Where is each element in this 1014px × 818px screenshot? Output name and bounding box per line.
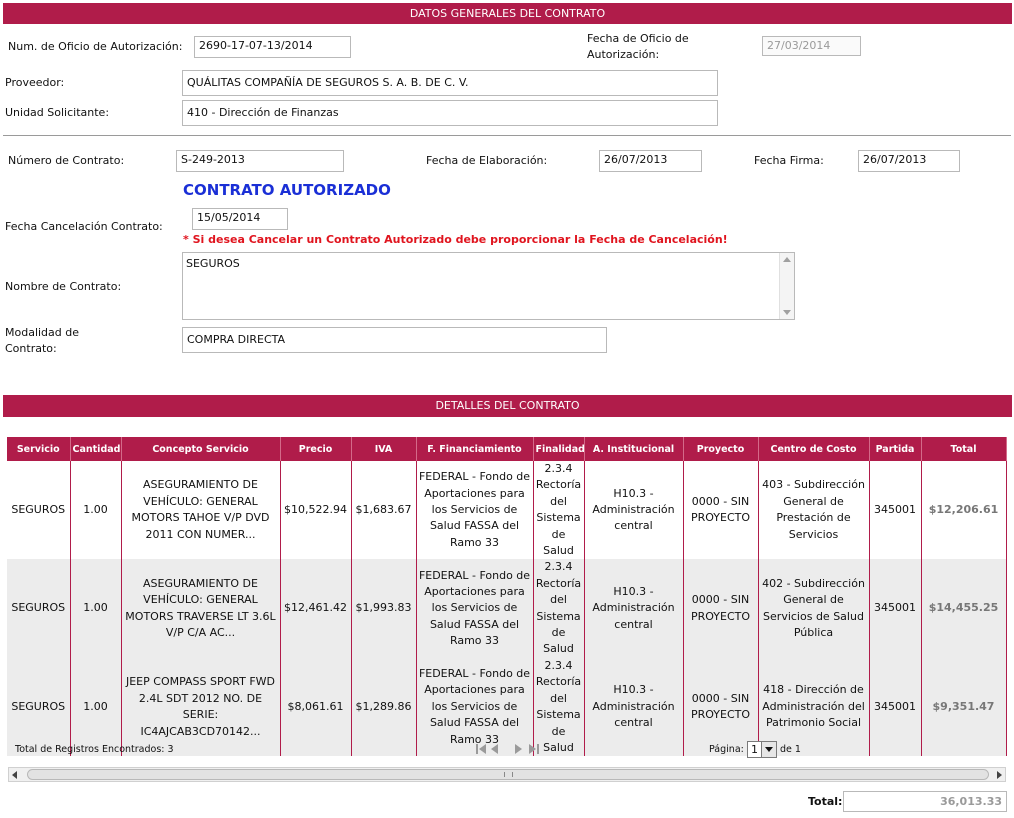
table-cell: 1.00 [70,559,122,658]
scroll-up-icon[interactable] [783,257,791,262]
proveedor-label: Proveedor: [5,76,65,89]
oficio-label: Num. de Oficio de Autorización: [8,40,183,53]
table-cell: SEGUROS [7,559,71,658]
col-header[interactable]: A. Institucional [584,437,684,461]
page-label: Página: [709,744,744,755]
details-table: Servicio Cantidad Concepto Servicio Prec… [7,437,1007,757]
table-cell: $10,522.94 [280,461,352,560]
total-input[interactable]: 36,013.33 [843,791,1007,812]
unidad-label: Unidad Solicitante: [5,106,110,119]
modalidad-input[interactable]: COMPRA DIRECTA [182,327,607,353]
col-header[interactable]: Proyecto [683,437,759,461]
table-cell: 345001 [869,657,922,757]
table-cell: 0000 - SIN PROYECTO [683,461,759,560]
col-header[interactable]: Finalidad [533,437,585,461]
table-cell: 345001 [869,461,922,560]
fecha-oficio-label-1: Fecha de Oficio de [587,32,689,45]
contract-status: CONTRATO AUTORIZADO [183,181,391,199]
scroll-left-icon[interactable] [12,771,17,779]
total-label: Total: [808,795,843,808]
col-header[interactable]: F. Financiamiento [416,437,534,461]
proveedor-input[interactable]: QUÁLITAS COMPAÑÍA DE SEGUROS S. A. B. DE… [182,70,718,96]
oficio-input[interactable]: 2690-17-07-13/2014 [194,36,351,58]
table-cell: $1,993.83 [351,559,417,658]
table-cell: $8,061.61 [280,657,352,757]
nombre-contrato-textarea[interactable]: SEGUROS [182,252,795,320]
pager-nav [475,742,545,756]
scroll-right-icon[interactable] [997,771,1002,779]
nombre-contrato-text: SEGUROS [186,257,240,270]
nombre-contrato-label: Nombre de Contrato: [5,280,122,293]
cancel-warning: * Si desea Cancelar un Contrato Autoriza… [183,233,728,246]
table-cell: FEDERAL - Fondo de Aportaciones para los… [416,559,534,658]
records-count: Total de Registros Encontrados: 3 [15,744,174,755]
table-cell: H10.3 - Administración central [584,657,684,757]
table-cell: H10.3 - Administración central [584,461,684,560]
textarea-scrollbar[interactable] [779,253,794,319]
col-header[interactable]: Cantidad [70,437,122,461]
table-cell-total: $9,351.47 [921,657,1007,757]
table-cell: 1.00 [70,461,122,560]
first-page-icon[interactable] [476,744,486,754]
scroll-thumb[interactable] [27,769,989,780]
table-cell: 2.3.4 Rectoría del Sistema de Salud [533,559,585,658]
chevron-down-icon[interactable] [761,742,776,757]
col-header[interactable]: Partida [869,437,922,461]
table-cell: SEGUROS [7,657,71,757]
table-cell: ASEGURAMIENTO DE VEHÍCULO: GENERAL MOTOR… [121,559,281,658]
table-cell: ASEGURAMIENTO DE VEHÍCULO: GENERAL MOTOR… [121,461,281,560]
table-row[interactable]: SEGUROS 1.00 ASEGURAMIENTO DE VEHÍCULO: … [7,461,1007,560]
table-cell: 0000 - SIN PROYECTO [683,559,759,658]
page-select[interactable]: 1 [747,741,777,758]
table-cell: $1,289.86 [351,657,417,757]
page-select-value: 1 [751,743,758,756]
modalidad-label-2: Contrato: [5,342,57,355]
table-cell: FEDERAL - Fondo de Aportaciones para los… [416,461,534,560]
table-cell: H10.3 - Administración central [584,559,684,658]
col-header[interactable]: Concepto Servicio [121,437,281,461]
fecha-oficio-input[interactable]: 27/03/2014 [762,36,861,56]
next-page-icon[interactable] [515,744,522,754]
table-cell: 2.3.4 Rectoría del Sistema de Salud [533,461,585,560]
prev-page-icon[interactable] [491,744,498,754]
col-header[interactable]: Precio [280,437,352,461]
modalidad-label-1: Modalidad de [5,326,80,339]
table-cell: SEGUROS [7,461,71,560]
col-header[interactable]: IVA [351,437,417,461]
table-cell: 345001 [869,559,922,658]
table-cell: $1,683.67 [351,461,417,560]
last-page-icon[interactable] [529,744,539,754]
fecha-cancelacion-input[interactable]: 15/05/2014 [192,208,288,230]
table-cell: JEEP COMPASS SPORT FWD 2.4L SDT 2012 NO.… [121,657,281,757]
table-cell: 1.00 [70,657,122,757]
unidad-input[interactable]: 410 - Dirección de Finanzas [182,100,718,126]
fecha-firma-input[interactable]: 26/07/2013 [858,150,960,172]
table-cell-total: $14,455.25 [921,559,1007,658]
section-header-general: DATOS GENERALES DEL CONTRATO [3,3,1012,24]
numero-contrato-input[interactable]: S-249-2013 [176,150,344,172]
divider [3,135,1011,136]
col-header[interactable]: Centro de Costo [758,437,870,461]
numero-contrato-label: Número de Contrato: [8,154,125,167]
fecha-elaboracion-label: Fecha de Elaboración: [426,154,548,167]
table-cell: 402 - Subdirección General de Servicios … [758,559,870,658]
fecha-elaboracion-input[interactable]: 26/07/2013 [599,150,702,172]
grip-icon [504,772,513,777]
horizontal-scrollbar[interactable] [8,767,1006,782]
table-cell: $12,461.42 [280,559,352,658]
table-row[interactable]: SEGUROS 1.00 ASEGURAMIENTO DE VEHÍCULO: … [7,559,1007,658]
col-header[interactable]: Total [921,437,1007,461]
fecha-oficio-label-2: Autorización: [587,48,660,61]
fecha-firma-label: Fecha Firma: [754,154,824,167]
table-cell: 403 - Subdirección General de Prestación… [758,461,870,560]
section-header-details: DETALLES DEL CONTRATO [3,395,1012,417]
page-of-label: de 1 [780,744,801,755]
table-header-row: Servicio Cantidad Concepto Servicio Prec… [7,437,1007,461]
fecha-cancelacion-label: Fecha Cancelación Contrato: [5,220,163,233]
scroll-down-icon[interactable] [783,310,791,315]
table-cell-total: $12,206.61 [921,461,1007,560]
col-header[interactable]: Servicio [7,437,71,461]
